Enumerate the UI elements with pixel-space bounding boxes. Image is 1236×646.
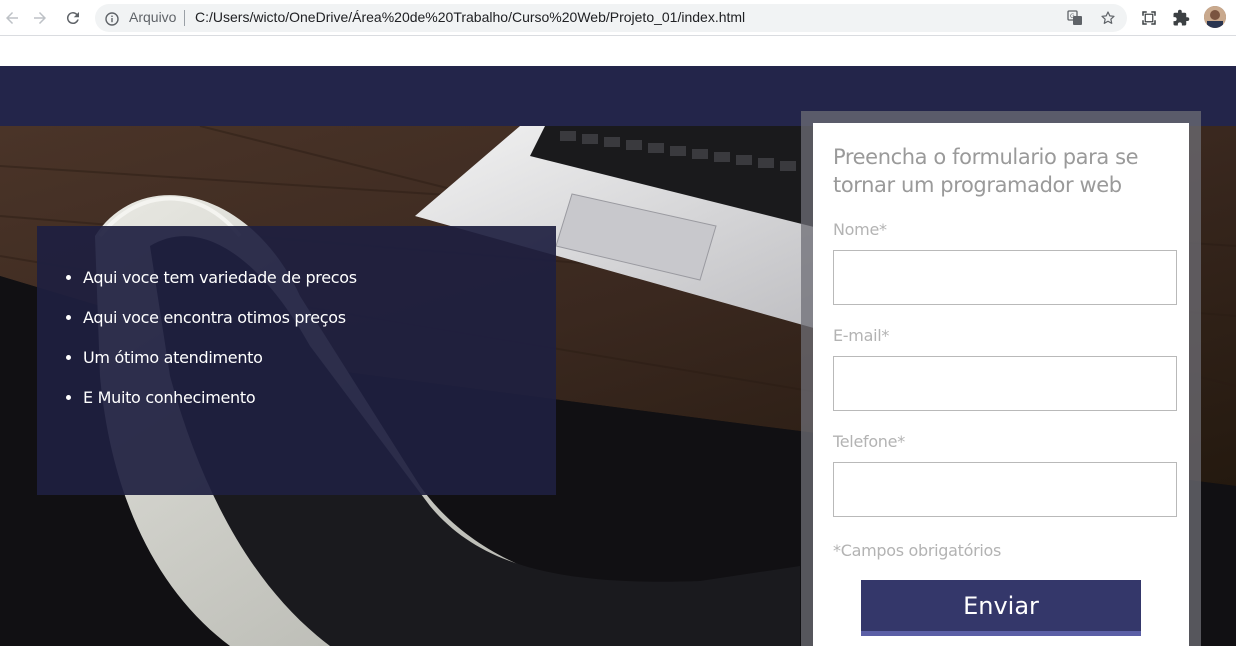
features-panel: Aqui voce tem variedade de precos Aqui v…	[37, 226, 556, 495]
email-label: E-mail*	[833, 326, 890, 345]
name-field[interactable]	[833, 250, 1177, 305]
page: Aqui voce tem variedade de precos Aqui v…	[0, 37, 1236, 646]
info-icon[interactable]	[105, 11, 119, 26]
svg-text:G: G	[1070, 13, 1075, 20]
features-list: Aqui voce tem variedade de precos Aqui v…	[83, 266, 357, 426]
back-icon[interactable]	[0, 6, 24, 30]
divider	[184, 10, 185, 26]
list-item: Aqui voce tem variedade de precos	[83, 266, 357, 306]
forward-icon[interactable]	[28, 6, 52, 30]
extensions-icon[interactable]	[1169, 6, 1193, 30]
required-note: *Campos obrigatórios	[833, 541, 1002, 560]
address-bar[interactable]: Arquivo C:/Users/wicto/OneDrive/Área%20d…	[95, 4, 1127, 32]
form-title: Preencha o formulario para se tornar um …	[833, 145, 1139, 197]
name-label: Nome*	[833, 220, 887, 239]
submit-button[interactable]: Enviar	[861, 580, 1141, 636]
reload-icon[interactable]	[61, 6, 85, 30]
phone-label: Telefone*	[833, 432, 905, 451]
screen-capture-icon[interactable]	[1137, 6, 1161, 30]
phone-field[interactable]	[833, 462, 1177, 517]
translate-icon[interactable]: G	[1065, 8, 1085, 28]
star-icon[interactable]	[1098, 8, 1118, 28]
email-field[interactable]	[833, 356, 1177, 411]
list-item: E Muito conhecimento	[83, 386, 357, 426]
list-item: Aqui voce encontra otimos preços	[83, 306, 357, 346]
signup-form: Preencha o formulario para se tornar um …	[813, 123, 1189, 646]
browser-toolbar: Arquivo C:/Users/wicto/OneDrive/Área%20d…	[0, 0, 1236, 36]
list-item: Um ótimo atendimento	[83, 346, 357, 386]
url-text[interactable]: C:/Users/wicto/OneDrive/Área%20de%20Trab…	[195, 9, 745, 25]
scheme-label: Arquivo	[129, 9, 177, 25]
profile-avatar[interactable]	[1204, 6, 1226, 28]
